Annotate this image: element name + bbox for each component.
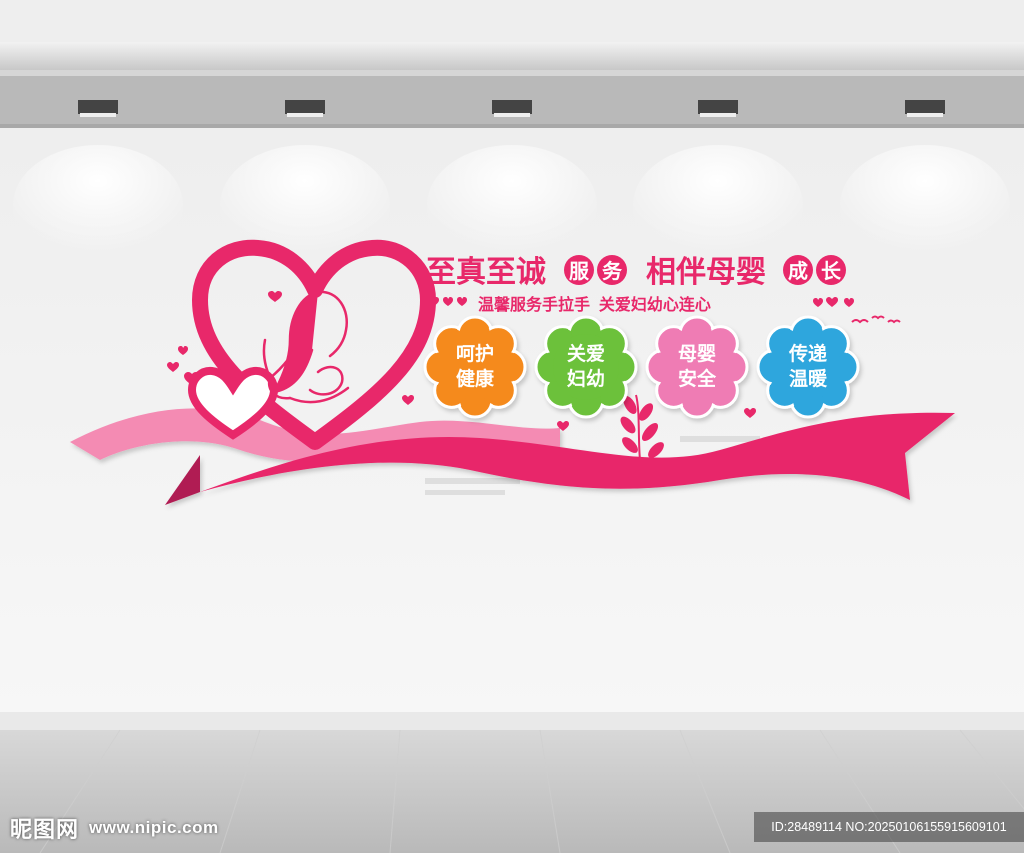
spotlight-lamp (492, 100, 532, 114)
scene: 至真至诚 服 务 相伴母婴 成 长 温馨服务手拉手 关爱妇幼心连心 呵护 健康 … (0, 0, 1024, 853)
flower-1-line1: 呵护 (456, 342, 494, 365)
flower-3-line2: 安全 (678, 367, 717, 390)
flower-1 (423, 315, 527, 419)
watermark-left: 昵图网 www.nipic.com (10, 812, 219, 844)
baseboard (0, 712, 1024, 730)
watermark-logo: 昵图网 (10, 817, 80, 843)
spotlight-lamp (78, 100, 118, 114)
flower-2-line1: 关爱 (567, 342, 605, 365)
flower-2-line2: 妇幼 (567, 367, 605, 390)
headline-badge2-char1: 成 (788, 259, 808, 283)
flower-2 (534, 315, 638, 419)
headline-part1: 至真至诚 (426, 256, 546, 289)
spotlight-lamp (905, 100, 945, 114)
flower-4-line2: 温暖 (789, 367, 828, 390)
flower-1-line2: 健康 (456, 367, 495, 390)
headline-badge2-char2: 长 (821, 260, 842, 283)
flower-4-line1: 传递 (788, 342, 827, 365)
subline: 温馨服务手拉手 关爱妇幼心连心 (477, 295, 711, 314)
spotlight-lamp (285, 100, 325, 114)
spotlight-lamp (698, 100, 738, 114)
watermark-url: www.nipic.com (89, 818, 219, 837)
flower-3-line1: 母婴 (678, 343, 716, 365)
ceiling-band (0, 70, 1024, 128)
flower-4 (756, 315, 860, 419)
flower-3 (645, 315, 749, 419)
ceiling-top (0, 0, 1024, 42)
headline-part2: 相伴母婴 (646, 256, 766, 289)
headline-badge1-char2: 务 (602, 259, 623, 283)
headline-badge1-char1: 服 (569, 260, 590, 283)
watermark-id: ID:28489114 NO:20250106155915609101 (754, 812, 1024, 842)
ceiling-lip (0, 42, 1024, 70)
